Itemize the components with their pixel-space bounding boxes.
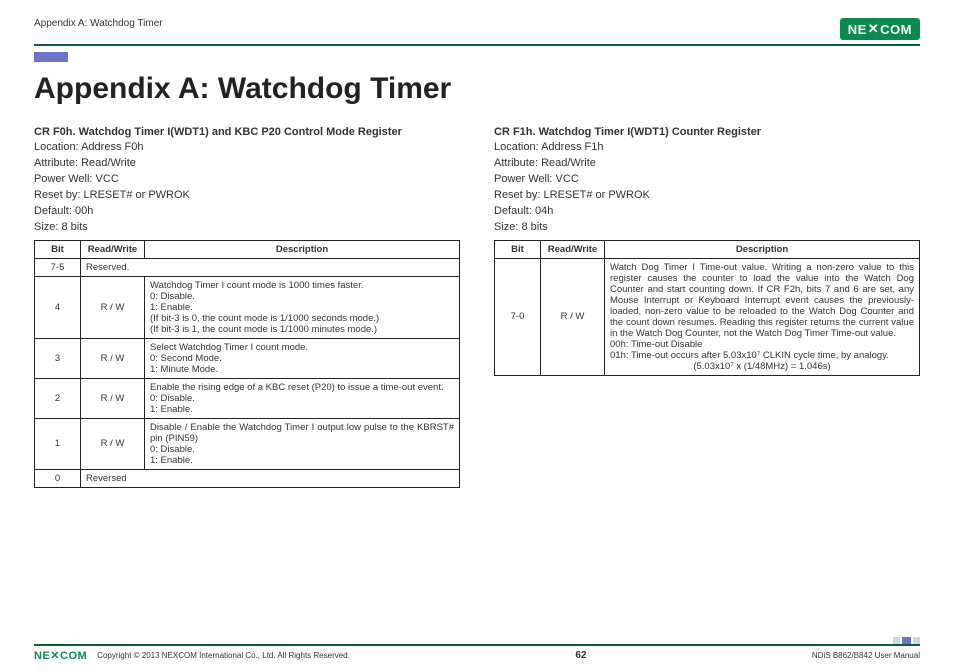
col-bit: Bit <box>495 240 541 258</box>
table-row: 1R / WDisable / Enable the Watchdog Time… <box>35 418 460 469</box>
table-row: 7-0R / WWatch Dog Timer I Time-out value… <box>495 258 920 375</box>
copyright-text: Copyright © 2013 NEXCOM International Co… <box>97 651 350 660</box>
cell-rw: R / W <box>81 378 145 418</box>
col-desc: Description <box>145 240 460 258</box>
cell-bit: 7-5 <box>35 258 81 276</box>
cell-desc: Disable / Enable the Watchdog Timer I ou… <box>145 418 460 469</box>
col-rw: Read/Write <box>81 240 145 258</box>
cell-rw: R / W <box>81 338 145 378</box>
left-column: CR F0h. Watchdog Timer I(WDT1) and KBC P… <box>34 126 460 488</box>
brand-logo: NE COM NE✕COM <box>840 18 920 40</box>
register-meta-f0: Location: Address F0h Attribute: Read/Wr… <box>34 140 460 236</box>
register-table-f1: Bit Read/Write Description 7-0R / WWatch… <box>494 240 920 376</box>
col-rw: Read/Write <box>541 240 605 258</box>
table-row: 7-5Reserved. <box>35 258 460 276</box>
footer-bar: NE✕COM Copyright © 2013 NEXCOM Internati… <box>34 644 920 662</box>
cell-bit: 2 <box>35 378 81 418</box>
cell-desc: Reversed <box>81 469 460 487</box>
page-number: 62 <box>575 650 586 661</box>
logo-x-icon: ✕ <box>868 21 879 37</box>
doc-name: NDiS B862/B842 User Manual <box>812 651 920 660</box>
cell-bit: 1 <box>35 418 81 469</box>
register-table-f0: Bit Read/Write Description 7-5Reserved.4… <box>34 240 460 488</box>
table-row: 2R / WEnable the rising edge of a KBC re… <box>35 378 460 418</box>
table-row: 4R / WWatchdog Timer I count mode is 100… <box>35 276 460 338</box>
cell-desc: Watchdog Timer I count mode is 1000 time… <box>145 276 460 338</box>
cell-bit: 3 <box>35 338 81 378</box>
footer-logo: NE✕COM <box>34 649 87 662</box>
table-row: 3R / WSelect Watchdog Timer I count mode… <box>35 338 460 378</box>
cell-rw: R / W <box>541 258 605 375</box>
col-desc: Description <box>605 240 920 258</box>
cell-desc: Reserved. <box>81 258 460 276</box>
cell-desc: Watch Dog Timer I Time-out value. Writin… <box>605 258 920 375</box>
cell-bit: 0 <box>35 469 81 487</box>
page-title: Appendix A: Watchdog Timer <box>34 72 920 106</box>
register-title-f0: CR F0h. Watchdog Timer I(WDT1) and KBC P… <box>34 126 460 138</box>
cell-bit: 7-0 <box>495 258 541 375</box>
header-bar: Appendix A: Watchdog Timer NE COM NE✕COM <box>34 18 920 46</box>
cell-rw: R / W <box>81 276 145 338</box>
content-columns: CR F0h. Watchdog Timer I(WDT1) and KBC P… <box>34 126 920 488</box>
register-title-f1: CR F1h. Watchdog Timer I(WDT1) Counter R… <box>494 126 920 138</box>
breadcrumb: Appendix A: Watchdog Timer <box>34 18 163 29</box>
cell-desc: Enable the rising edge of a KBC reset (P… <box>145 378 460 418</box>
cell-bit: 4 <box>35 276 81 338</box>
right-column: CR F1h. Watchdog Timer I(WDT1) Counter R… <box>494 126 920 488</box>
register-meta-f1: Location: Address F1h Attribute: Read/Wr… <box>494 140 920 236</box>
cell-rw: R / W <box>81 418 145 469</box>
accent-block <box>34 52 68 62</box>
table-row: 0Reversed <box>35 469 460 487</box>
col-bit: Bit <box>35 240 81 258</box>
cell-desc: Select Watchdog Timer I count mode.0: Se… <box>145 338 460 378</box>
